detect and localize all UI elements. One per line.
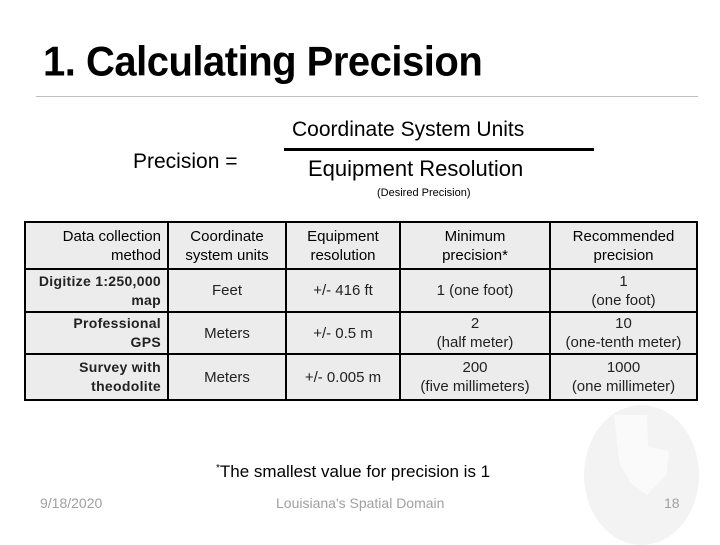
cell-recommended: 1 (one foot) [549, 268, 698, 313]
table-row: Professional GPS Meters +/- 0.5 m 2 (half … [24, 311, 698, 355]
table-row: Survey with theodolite Meters +/- 0.005 m… [24, 353, 698, 401]
formula-note: (Desired Precision) [377, 187, 471, 199]
footnote-text: The smallest value for precision is 1 [219, 462, 491, 481]
header-units: Coordinate system units [167, 221, 287, 270]
footer-date: 9/18/2020 [40, 495, 103, 511]
header-resolution: Equipment resolution [285, 221, 401, 270]
cell-method: Survey with theodolite [24, 353, 169, 401]
cell-recommended: 10 (one-tenth meter) [549, 311, 698, 355]
slide-title: 1. Calculating Precision [43, 38, 483, 86]
formula-numerator: Coordinate System Units [292, 118, 525, 141]
cell-minimum: 1 (one foot) [399, 268, 551, 313]
formula-denominator: Equipment Resolution [308, 156, 524, 181]
table-header-row: Data collection method Coordinate system u… [24, 221, 698, 270]
page-number: 18 [664, 495, 680, 511]
precision-table: Data collection method Coordinate system u… [24, 221, 698, 401]
cell-method: Professional GPS [24, 311, 169, 355]
cell-units: Meters [167, 353, 287, 401]
cell-resolution: +/- 416 ft [285, 268, 401, 313]
formula-label: Precision = [133, 150, 238, 173]
footnote: *The smallest value for precision is 1 [216, 462, 490, 482]
footer-title: Louisiana's Spatial Domain [276, 495, 445, 511]
header-method: Data collection method [24, 221, 169, 270]
fraction-bar [284, 148, 594, 151]
header-recommended: Recommended precision [549, 221, 698, 270]
louisiana-globe-icon [584, 405, 699, 545]
header-minimum: Minimum precision* [399, 221, 551, 270]
cell-minimum: 2 (half meter) [399, 311, 551, 355]
cell-resolution: +/- 0.005 m [285, 353, 401, 401]
cell-units: Feet [167, 268, 287, 313]
cell-units: Meters [167, 311, 287, 355]
table-row: Digitize 1:250,000 map Feet +/- 416 ft 1 … [24, 268, 698, 313]
cell-resolution: +/- 0.5 m [285, 311, 401, 355]
cell-recommended: 1000 (one millimeter) [549, 353, 698, 401]
cell-method: Digitize 1:250,000 map [24, 268, 169, 313]
cell-minimum: 200 (five millimeters) [399, 353, 551, 401]
title-divider [36, 96, 698, 97]
